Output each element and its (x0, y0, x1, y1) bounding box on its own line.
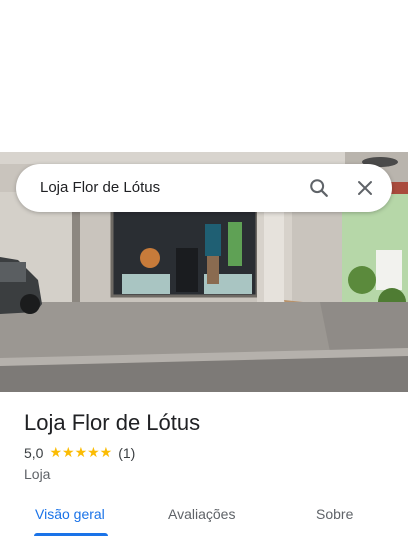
tab-reviews[interactable]: Avaliações (168, 506, 235, 522)
search-input[interactable]: Loja Flor de Lótus (40, 179, 160, 196)
place-title: Loja Flor de Lótus (24, 410, 201, 435)
place-category: Loja (24, 466, 51, 482)
place-tabs: Visão geral Avaliações Sobre (0, 494, 408, 544)
search-bar[interactable]: Loja Flor de Lótus (16, 164, 392, 212)
active-tab-indicator (34, 533, 108, 536)
search-icon[interactable] (304, 173, 334, 203)
tab-overview[interactable]: Visão geral (35, 506, 105, 522)
review-count[interactable]: (1) (118, 445, 135, 461)
close-icon[interactable] (350, 173, 380, 203)
tab-about[interactable]: Sobre (316, 506, 353, 522)
rating-row[interactable]: 5,0 ★★★★★ (1) (24, 445, 135, 461)
star-rating-icon: ★★★★★ (49, 445, 113, 461)
rating-value: 5,0 (24, 445, 44, 461)
